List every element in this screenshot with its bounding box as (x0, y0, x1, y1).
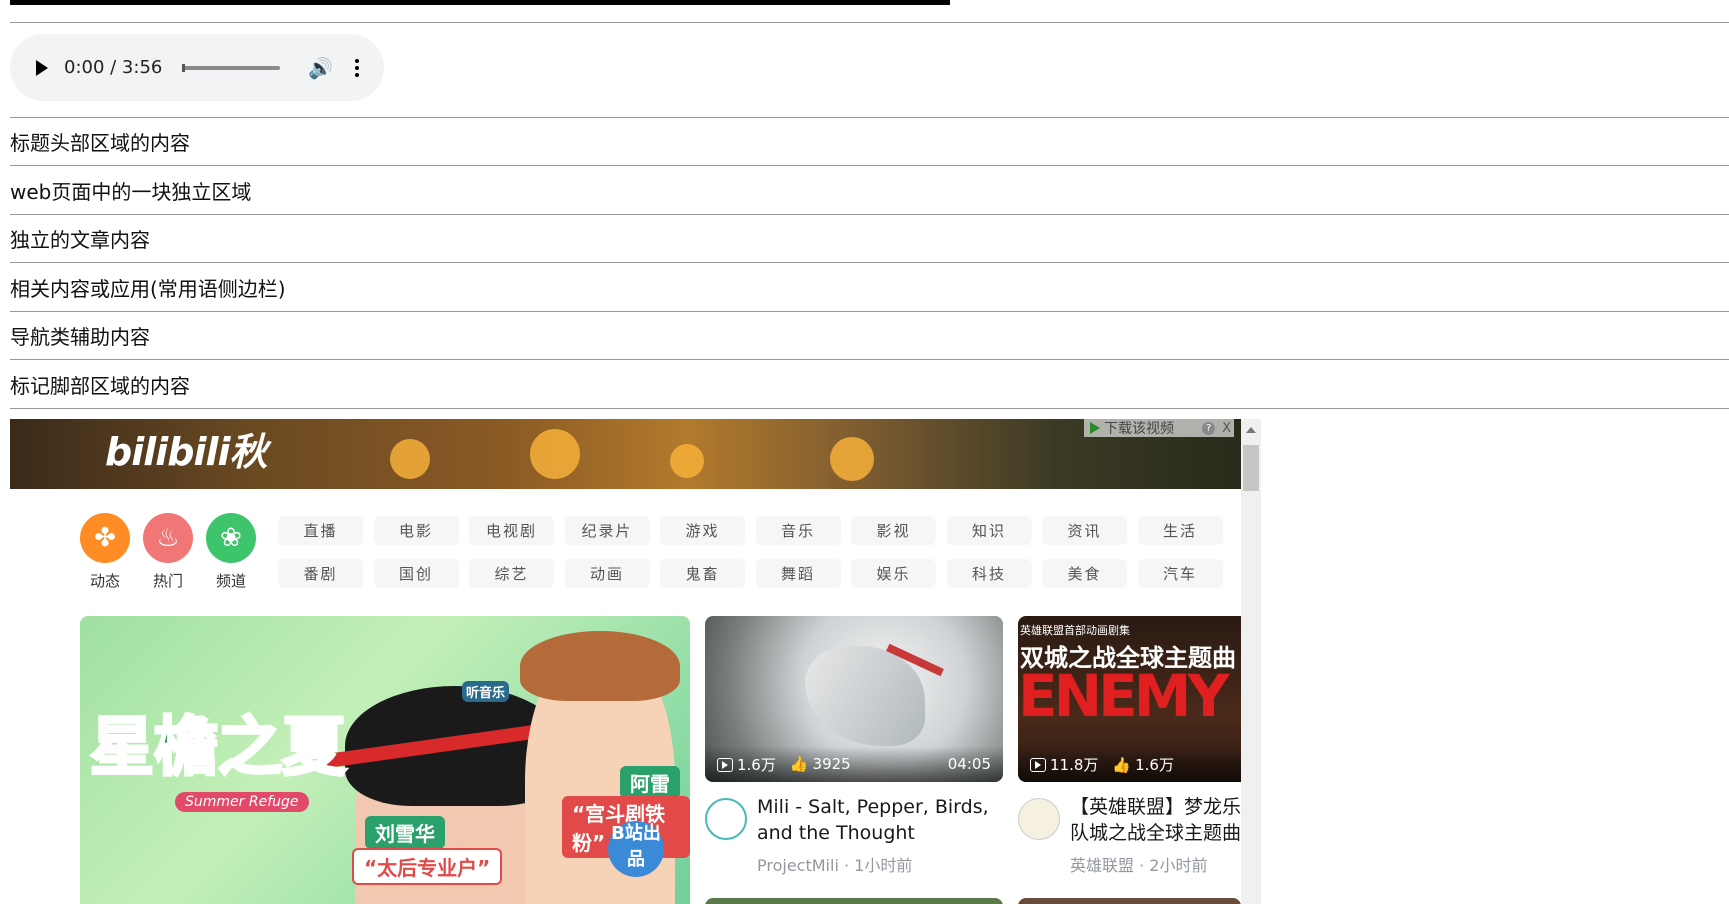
category-tag[interactable]: 电视剧 (469, 516, 554, 545)
help-icon[interactable]: ? (1202, 421, 1216, 435)
tag-badge: 听音乐 (462, 681, 510, 702)
category-tag[interactable]: 舞蹈 (755, 559, 841, 588)
article-description: 独立的文章内容 (10, 228, 150, 252)
bilibili-banner: bilibili秋 (10, 419, 1241, 489)
category-tag[interactable]: 番剧 (278, 559, 363, 588)
category-tag[interactable]: 娱乐 (851, 559, 936, 588)
category-tag[interactable]: 直播 (278, 516, 363, 545)
pinwheel-icon: ✤ (80, 513, 130, 563)
channels-icon: ❀ (206, 513, 256, 563)
category-tag[interactable]: 国创 (373, 559, 459, 588)
upload-time: 1小时前 (854, 856, 913, 875)
channel-label: 频道 (215, 572, 246, 590)
play-count: 1.6万 (737, 755, 776, 774)
upload-time: 2小时前 (1149, 856, 1208, 875)
category-tag[interactable]: 纪录片 (564, 516, 650, 545)
play-icon[interactable] (36, 59, 48, 76)
download-video-bar[interactable]: 下载该视频 ? X (1084, 419, 1234, 437)
play-count-icon (717, 757, 733, 772)
top-progress-bar (10, 0, 950, 5)
divider (10, 408, 1729, 409)
close-icon[interactable]: X (1219, 421, 1234, 436)
category-tag[interactable]: 资讯 (1042, 516, 1127, 545)
header-description: 标题头部区域的内容 (10, 131, 190, 155)
category-tag[interactable]: 动画 (564, 559, 650, 588)
scroll-up-icon[interactable] (1246, 427, 1256, 433)
like-count: 1.6万 (1135, 755, 1174, 774)
play-count: 11.8万 (1050, 755, 1099, 774)
video-title[interactable]: 【英雄联盟】梦龙乐队城之战全球主题曲《 (1070, 794, 1241, 846)
audio-time: 0:00 / 3:56 (64, 57, 163, 78)
audio-player[interactable]: 0:00 / 3:56 🔊 (10, 34, 384, 101)
category-tag[interactable]: 生活 (1137, 516, 1223, 545)
role-badge: “太后专业户” (352, 848, 503, 885)
thumbnail-title-art: ENEMY (1018, 662, 1229, 730)
volume-icon[interactable]: 🔊 (308, 56, 333, 80)
uploader-info[interactable]: ProjectMili · 1小时前 (757, 852, 1003, 876)
category-tag[interactable]: 影视 (851, 516, 936, 545)
category-tag[interactable]: 汽车 (1137, 559, 1223, 588)
category-tag[interactable]: 游戏 (660, 516, 745, 545)
bilibili-logo[interactable]: bilibili秋 (105, 421, 268, 476)
divider (10, 262, 1729, 263)
video-card-peek[interactable] (705, 898, 1003, 904)
category-tag[interactable]: 鬼畜 (660, 559, 745, 588)
category-tag[interactable]: 音乐 (755, 516, 841, 545)
embedded-bilibili-frame: bilibili秋 下载该视频 ? X ✤ 动态 ♨ 热门 ❀ 频道 直播 电影电… (10, 419, 1261, 904)
featured-banner-card[interactable]: 星檐之夏 Summer Refuge 刘雪华 “太后专业户” 阿雷 “宫斗剧铁粉… (80, 616, 690, 904)
download-icon (1090, 422, 1100, 434)
category-tag[interactable]: 美食 (1042, 559, 1127, 588)
category-tag[interactable]: 知识 (946, 516, 1032, 545)
channel-dynamic[interactable]: ✤ 动态 (80, 513, 130, 591)
channel-channels[interactable]: ❀ 频道 (206, 513, 256, 591)
divider (10, 22, 1729, 23)
divider (10, 165, 1729, 166)
like-count: 3925 (812, 755, 851, 773)
uploader-name[interactable]: 英雄联盟 (1070, 856, 1134, 875)
featured-subtitle: Summer Refuge (175, 792, 309, 812)
video-card[interactable]: 英雄联盟首部动画剧集 双城之战全球主题曲 ENEMY 11.8万 👍 1.6万 【… (1018, 616, 1241, 876)
scrollbar-thumb[interactable] (1243, 445, 1259, 491)
footer-description: 标记脚部区域的内容 (10, 374, 190, 398)
video-card[interactable]: 1.6万 👍 3925 04:05 Mili - Salt, Pepper, Bi… (705, 616, 1003, 876)
aside-description: 相关内容或应用(常用语侧边栏) (10, 277, 286, 301)
divider (10, 117, 1729, 118)
video-thumbnail[interactable]: 英雄联盟首部动画剧集 双城之战全球主题曲 ENEMY 11.8万 👍 1.6万 (1018, 616, 1241, 782)
channel-label: 动态 (89, 572, 120, 590)
name-badge: 阿雷 (620, 766, 680, 799)
nav-description: 导航类辅助内容 (10, 325, 150, 349)
uploader-info[interactable]: 英雄联盟 · 2小时前 (1070, 852, 1241, 876)
category-tag[interactable]: 电影 (373, 516, 459, 545)
category-tag[interactable]: 科技 (946, 559, 1032, 588)
featured-title: 星檐之夏 (89, 709, 348, 787)
fire-icon: ♨ (143, 513, 193, 563)
vertical-scrollbar[interactable] (1241, 419, 1261, 904)
uploader-avatar[interactable] (1018, 798, 1060, 840)
name-badge: 刘雪华 (365, 816, 445, 849)
thumbnail-caption: 英雄联盟首部动画剧集 (1020, 624, 1130, 637)
divider (10, 359, 1729, 360)
category-tag[interactable]: 综艺 (469, 559, 554, 588)
video-thumbnail[interactable]: 1.6万 👍 3925 04:05 (705, 616, 1003, 782)
section-description: web页面中的一块独立区域 (10, 180, 252, 204)
thumbs-up-icon: 👍 (789, 755, 809, 773)
divider (10, 311, 1729, 312)
more-options-icon[interactable] (355, 58, 360, 77)
uploader-name[interactable]: ProjectMili (757, 856, 839, 875)
divider (10, 214, 1729, 215)
play-count-icon (1030, 757, 1046, 772)
video-duration: 04:05 (947, 755, 991, 773)
thumbs-up-icon: 👍 (1112, 755, 1132, 774)
video-title[interactable]: Mili - Salt, Pepper, Birds, and the Thou… (757, 794, 993, 846)
audio-seek-slider[interactable] (182, 63, 281, 72)
channel-hot[interactable]: ♨ 热门 (143, 513, 193, 591)
download-label[interactable]: 下载该视频 (1104, 419, 1174, 438)
bilibili-original-badge: B站出品 (608, 821, 664, 877)
video-card-peek[interactable] (1018, 898, 1241, 904)
channel-label: 热门 (152, 572, 183, 590)
uploader-avatar[interactable] (705, 798, 747, 840)
